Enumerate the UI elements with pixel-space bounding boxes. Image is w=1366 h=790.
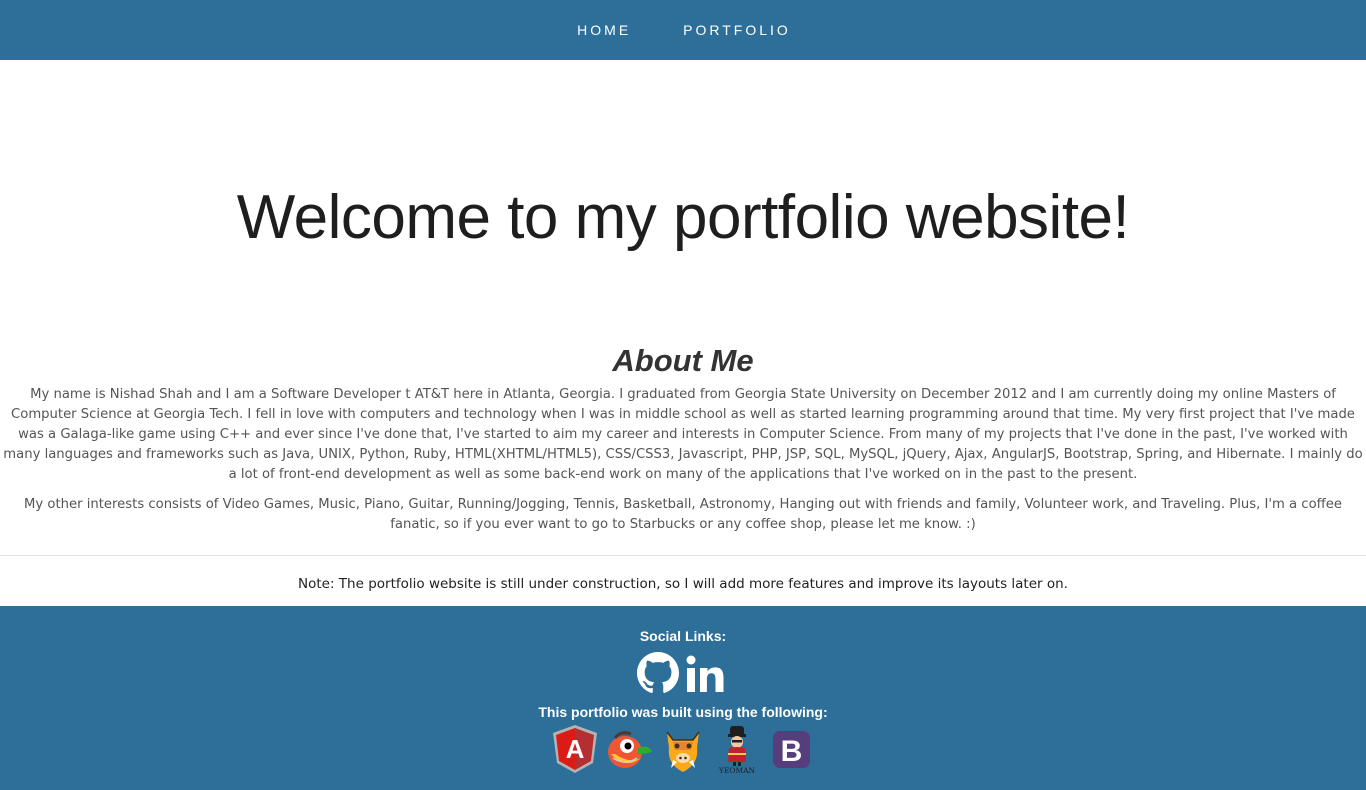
social-icons xyxy=(0,652,1366,701)
social-links-title: Social Links: xyxy=(639,628,727,644)
github-link[interactable] xyxy=(637,652,679,701)
section-divider xyxy=(0,555,1366,556)
about-title: About Me xyxy=(612,343,754,378)
grunt-icon xyxy=(659,724,707,774)
hero-title: Welcome to my portfolio website! xyxy=(236,183,1130,252)
linkedin-link[interactable] xyxy=(685,652,729,701)
yeoman-label: YEOMAN xyxy=(718,766,756,774)
bootstrap-icon: B xyxy=(767,724,815,774)
yeoman-icon: YEOMAN xyxy=(713,724,761,775)
about-paragraph-1: My name is Nishad Shah and I am a Softwa… xyxy=(3,387,1363,482)
nav-links: HOME PORTFOLIO xyxy=(0,0,1366,60)
nav-link-home[interactable]: HOME xyxy=(575,22,631,38)
github-icon xyxy=(637,652,679,693)
about-body: My name is Nishad Shah and I am a Softwa… xyxy=(0,385,1366,545)
top-navbar: HOME PORTFOLIO xyxy=(0,0,1366,60)
tech-icons: A YEOMAN B xyxy=(0,724,1366,775)
bootstrap-letter: B xyxy=(781,735,803,768)
angularjs-letter: A xyxy=(566,734,585,764)
built-with-title: This portfolio was built using the follo… xyxy=(538,704,828,720)
nav-link-portfolio[interactable]: PORTFOLIO xyxy=(681,22,791,38)
angularjs-icon: A xyxy=(551,724,599,774)
construction-note: Note: The portfolio website is still und… xyxy=(298,576,1068,592)
bower-icon xyxy=(605,724,653,774)
about-paragraph-2: My other interests consists of Video Gam… xyxy=(24,497,1342,532)
linkedin-icon xyxy=(686,655,724,692)
footer: Social Links: This portfolio was built u… xyxy=(0,606,1366,790)
